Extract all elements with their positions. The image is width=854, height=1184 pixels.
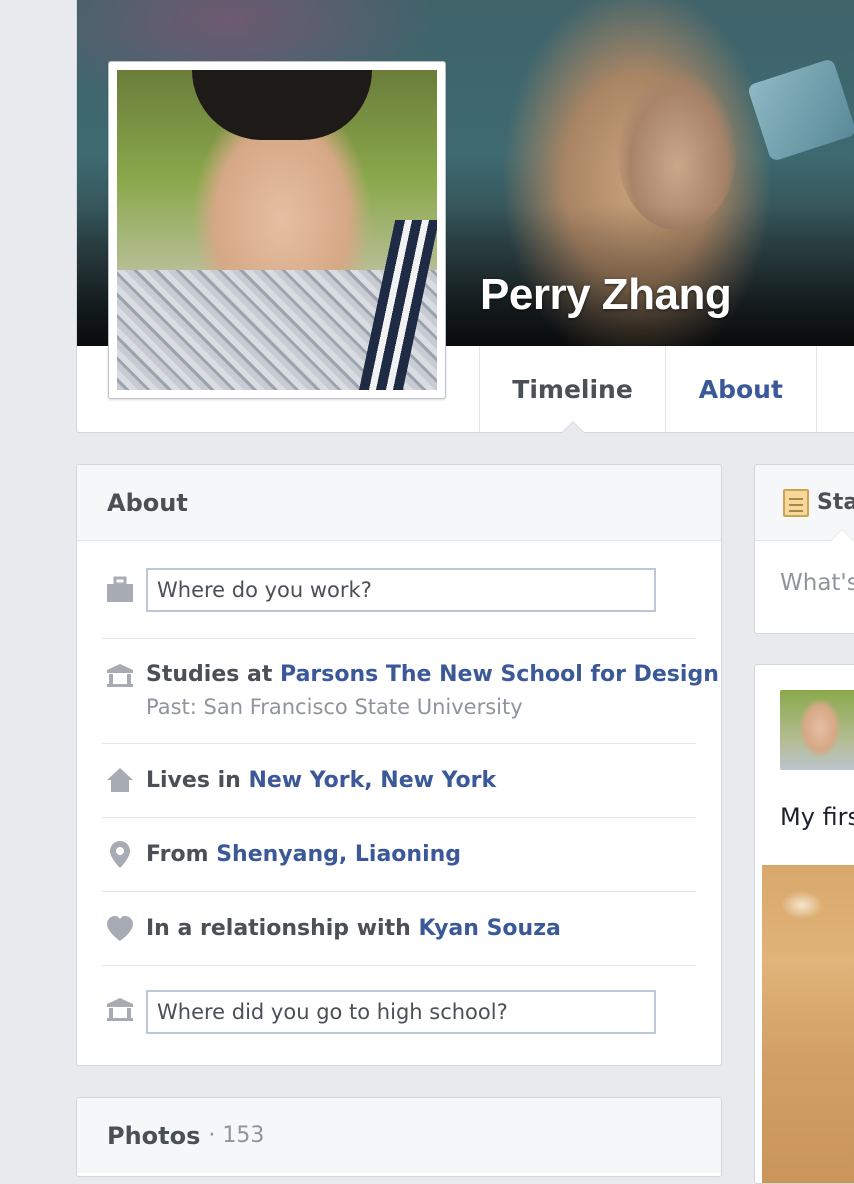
about-card-title: About bbox=[77, 465, 721, 541]
home-icon bbox=[107, 768, 133, 792]
profile-name[interactable]: Perry Zhang bbox=[480, 270, 732, 320]
school-icon bbox=[107, 664, 133, 687]
tab-more[interactable] bbox=[815, 346, 854, 432]
from-prefix: From bbox=[146, 842, 209, 867]
from-text: From Shenyang, Liaoning bbox=[146, 842, 461, 867]
photos-title: Photos bbox=[107, 1121, 201, 1150]
about-card: About Where do you work? Studies at Pars… bbox=[76, 464, 722, 1066]
photos-count-value: 153 bbox=[222, 1123, 265, 1148]
education-prefix: Studies at bbox=[146, 662, 273, 687]
about-highschool-row: Where did you go to high school? bbox=[102, 990, 696, 1040]
status-composer: Sta What's bbox=[754, 464, 854, 634]
divider bbox=[102, 638, 696, 639]
relationship-prefix: In a relationship with bbox=[146, 916, 411, 941]
divider bbox=[102, 891, 696, 892]
highschool-input-placeholder: Where did you go to high school? bbox=[157, 1000, 508, 1024]
status-tab-label: Sta bbox=[817, 490, 854, 515]
profile-picture[interactable] bbox=[108, 61, 446, 399]
photos-card: Photos · 153 bbox=[76, 1097, 722, 1177]
education-text: Studies at Parsons The New School for De… bbox=[146, 662, 719, 687]
status-note-icon bbox=[783, 488, 809, 517]
relationship-text: In a relationship with Kyan Souza bbox=[146, 916, 561, 941]
photos-count: · 153 bbox=[208, 1123, 264, 1148]
about-lives-row: Lives in New York, New York bbox=[102, 765, 696, 799]
relationship-partner-link[interactable]: Kyan Souza bbox=[418, 916, 560, 941]
divider bbox=[102, 743, 696, 744]
briefcase-icon bbox=[107, 576, 133, 602]
about-relationship-row: In a relationship with Kyan Souza bbox=[102, 913, 696, 947]
tab-timeline-label: Timeline bbox=[512, 374, 633, 404]
profile-picture-image bbox=[117, 70, 437, 390]
photos-separator: · bbox=[208, 1123, 216, 1148]
lives-prefix: Lives in bbox=[146, 768, 241, 793]
tab-about[interactable]: About bbox=[665, 346, 815, 432]
profile-tab-bar: Timeline About bbox=[479, 346, 854, 433]
photos-card-header[interactable]: Photos · 153 bbox=[77, 1098, 721, 1173]
profile-header: Perry Zhang Timeline About bbox=[76, 0, 854, 433]
status-input[interactable]: What's bbox=[780, 570, 854, 596]
lives-text: Lives in New York, New York bbox=[146, 768, 496, 793]
heart-icon bbox=[107, 916, 133, 941]
tab-timeline[interactable]: Timeline bbox=[479, 346, 665, 433]
avatar[interactable] bbox=[780, 690, 854, 770]
timeline-post: My firs bbox=[754, 664, 854, 1184]
education-school-link[interactable]: Parsons The New School for Design bbox=[280, 662, 719, 687]
divider bbox=[102, 817, 696, 818]
work-input-placeholder: Where do you work? bbox=[157, 578, 372, 602]
from-place-link[interactable]: Shenyang, Liaoning bbox=[216, 842, 461, 867]
education-past: Past: San Francisco State University bbox=[146, 695, 523, 719]
active-tab-indicator bbox=[560, 421, 585, 433]
cover-photo-detail bbox=[746, 58, 854, 162]
location-pin-icon bbox=[110, 841, 130, 868]
status-tab[interactable]: Sta bbox=[755, 465, 854, 541]
post-photo[interactable] bbox=[762, 865, 854, 1183]
about-work-row: Where do you work? bbox=[102, 568, 696, 618]
school-icon bbox=[107, 998, 133, 1021]
post-text: My firs bbox=[780, 803, 854, 831]
profile-picture-detail bbox=[192, 70, 372, 140]
divider bbox=[102, 965, 696, 966]
lives-place-link[interactable]: New York, New York bbox=[248, 768, 496, 793]
tab-about-label: About bbox=[698, 374, 783, 404]
about-from-row: From Shenyang, Liaoning bbox=[102, 839, 696, 873]
status-tab-indicator bbox=[830, 529, 854, 541]
highschool-input[interactable]: Where did you go to high school? bbox=[146, 990, 656, 1034]
about-education-row: Studies at Parsons The New School for De… bbox=[102, 658, 719, 719]
work-input[interactable]: Where do you work? bbox=[146, 568, 656, 612]
